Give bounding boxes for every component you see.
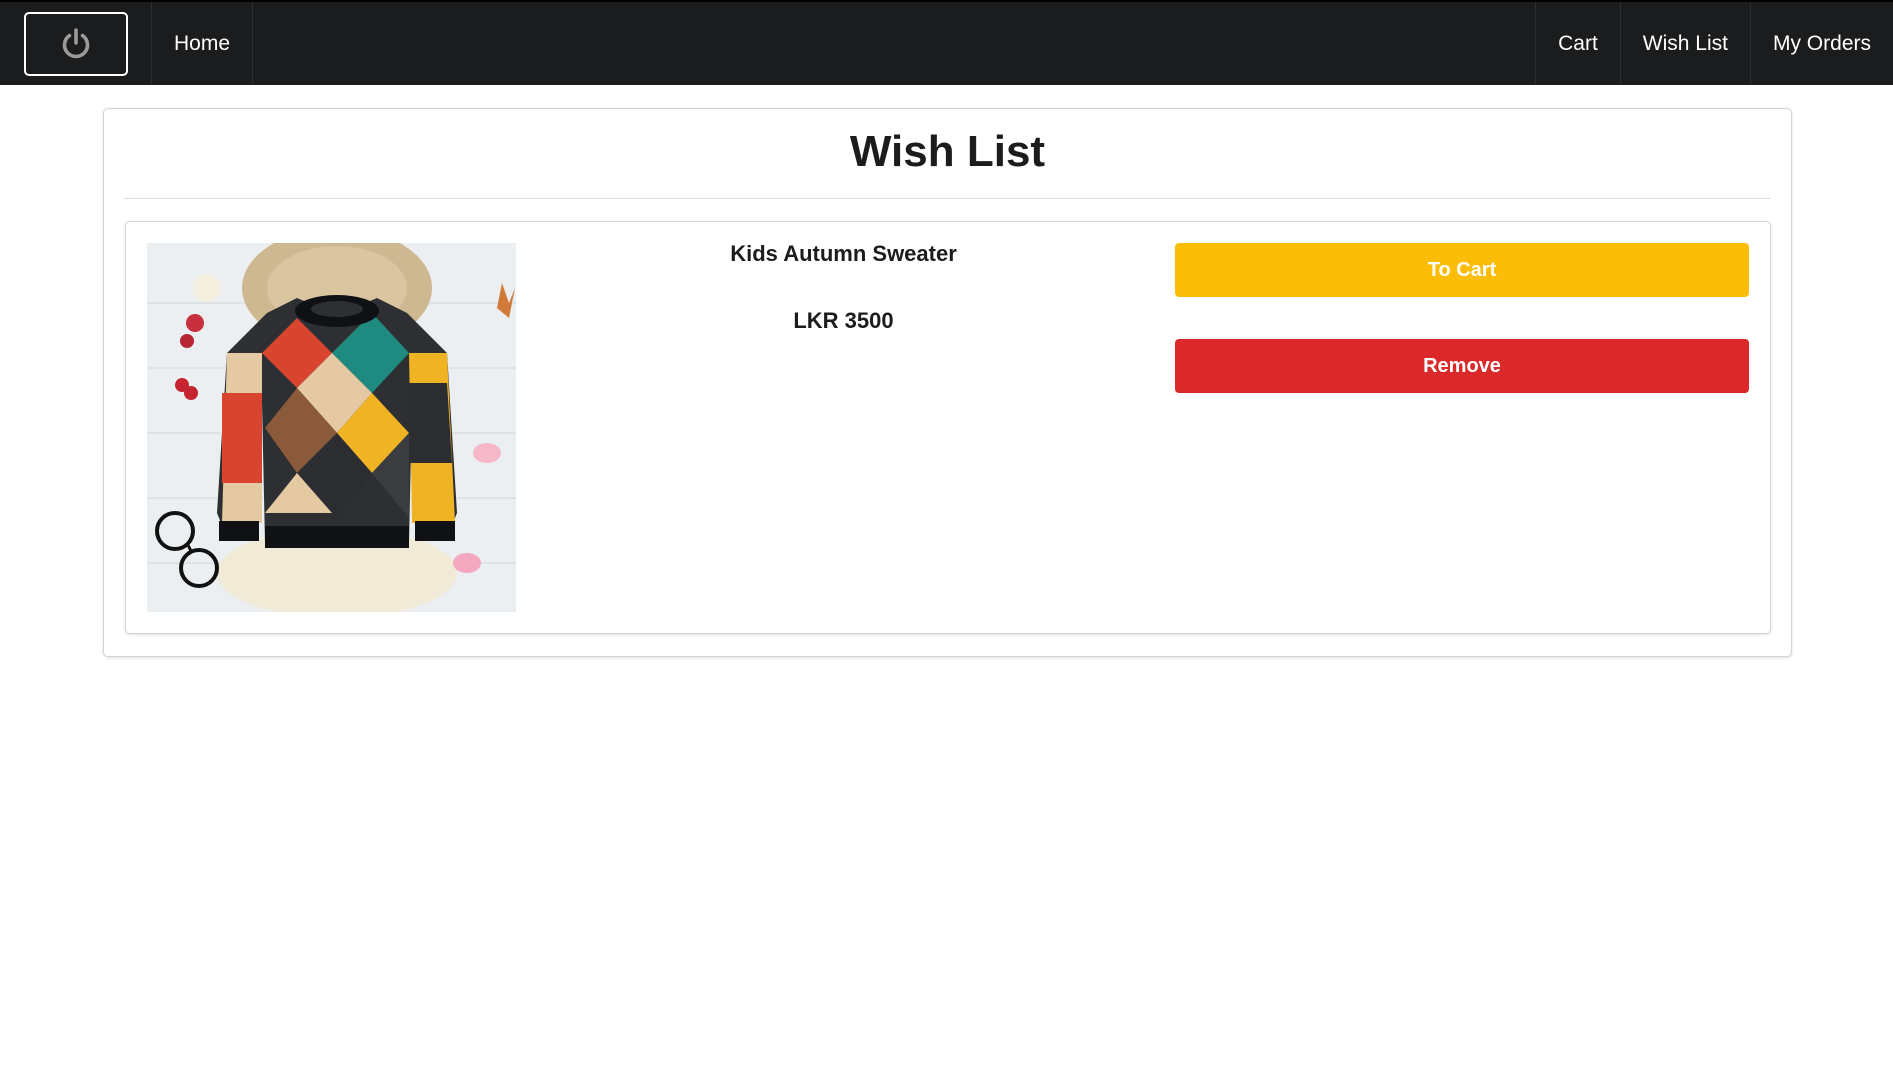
product-price: LKR 3500 [793,308,894,333]
product-name: Kids Autumn Sweater [730,241,957,266]
remove-button[interactable]: Remove [1175,339,1749,393]
wish-list-panel: Wish List Kids Autumn Sweater LKR 3500 T… [103,108,1792,657]
page-title: Wish List [849,127,1046,176]
top-navbar: Home Cart Wish List My Orders [0,0,1893,85]
wish-list-item: Kids Autumn Sweater LKR 3500 To Cart Rem… [125,221,1771,634]
title-divider [124,198,1771,199]
sweater-product-image [147,243,516,612]
product-image[interactable] [147,243,516,612]
power-button[interactable] [23,11,128,76]
nav-my-orders[interactable]: My Orders [1749,2,1893,85]
nav-right-group: Cart Wish List My Orders [1535,2,1893,85]
nav-cart[interactable]: Cart [1535,2,1620,85]
nav-wish-list[interactable]: Wish List [1619,2,1750,85]
power-button-container [0,2,152,85]
nav-home[interactable]: Home [152,2,254,85]
power-icon [62,27,89,58]
to-cart-button[interactable]: To Cart [1175,243,1749,297]
